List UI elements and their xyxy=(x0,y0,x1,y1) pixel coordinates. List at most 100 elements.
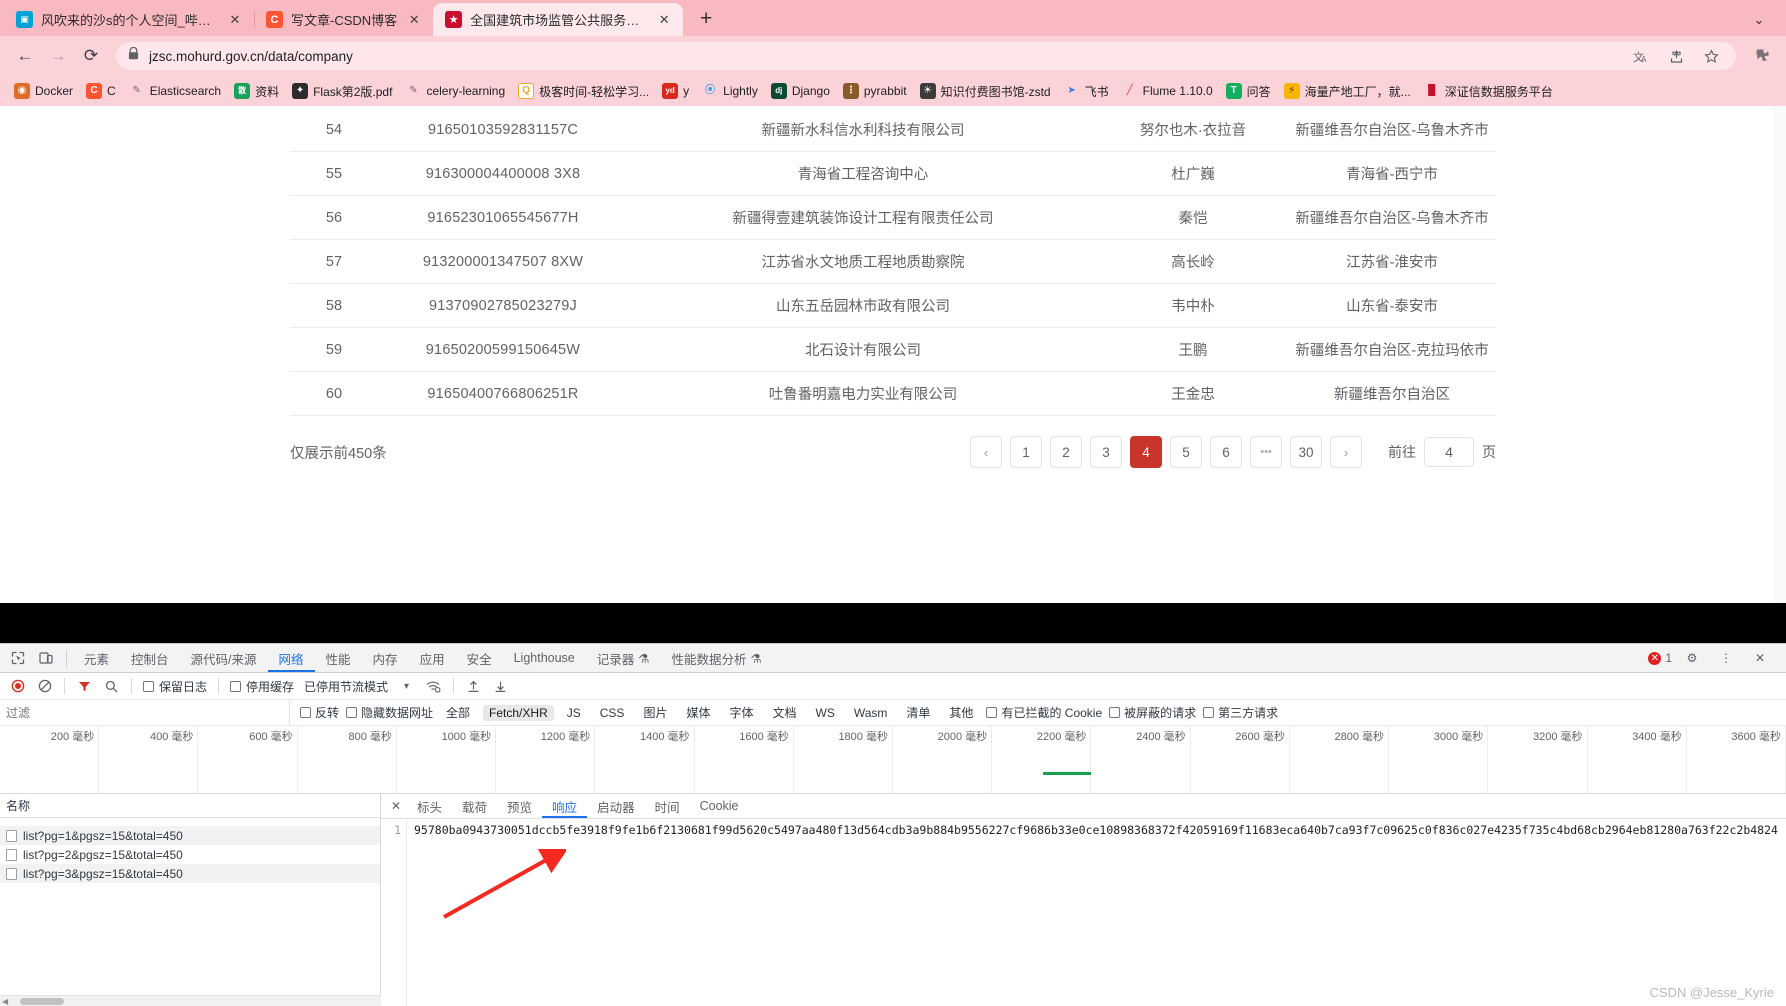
device-toolbar-icon[interactable] xyxy=(32,645,60,671)
bookmark-lightly[interactable]: ⦿ Lightly xyxy=(696,80,764,102)
inspect-element-icon[interactable] xyxy=(4,645,32,671)
browser-tab-2[interactable]: ★ 全国建筑市场监管公共服务平台 ✕ xyxy=(433,3,684,36)
scroll-left-arrow[interactable]: ◀ xyxy=(0,997,8,1006)
filter-type-manifest[interactable]: 清单 xyxy=(900,703,936,722)
page-button-3[interactable]: 3 xyxy=(1090,436,1122,468)
hide-data-urls-checkbox[interactable]: 隐藏数据网址 xyxy=(346,704,433,721)
bookmark-c[interactable]: CC xyxy=(80,80,122,102)
preserve-log-checkbox[interactable]: 保留日志 xyxy=(139,678,211,695)
bookmark-feishu[interactable]: ➤ 飞书 xyxy=(1058,80,1115,103)
blocked-requests-checkbox[interactable]: 被屏蔽的请求 xyxy=(1109,704,1196,721)
filter-type-other[interactable]: 其他 xyxy=(943,703,979,722)
table-row[interactable]: 58 91370902785023279J 山东五岳园林市政有限公司 韦中朴 山… xyxy=(290,283,1496,328)
disable-cache-checkbox[interactable]: 停用缓存 xyxy=(226,678,298,695)
bookmark-celery-learning[interactable]: ✎ celery-learning xyxy=(399,80,511,102)
bookmark-django[interactable]: dj Django xyxy=(765,80,836,102)
page-button-2[interactable]: 2 xyxy=(1050,436,1082,468)
bookmark-elasticsearch[interactable]: ✎ Elasticsearch xyxy=(123,80,227,102)
filter-icon[interactable] xyxy=(72,674,97,698)
chevron-down-icon[interactable]: ▾ xyxy=(394,674,419,698)
filter-type-media[interactable]: 媒体 xyxy=(680,703,716,722)
reload-button[interactable]: ⟳ xyxy=(76,41,106,71)
detail-tab-response[interactable]: 响应 xyxy=(542,794,587,818)
filter-type-fetch-xhr[interactable]: Fetch/XHR xyxy=(483,704,554,721)
close-icon[interactable]: ✕ xyxy=(405,11,423,29)
page-button-6[interactable]: 6 xyxy=(1210,436,1242,468)
forward-button[interactable]: → xyxy=(43,41,73,71)
filter-type-all[interactable]: 全部 xyxy=(440,703,476,722)
page-button-1[interactable]: 1 xyxy=(1010,436,1042,468)
table-row[interactable]: 56 91652301065545677H 新疆得壹建筑装饰设计工程有限责任公司… xyxy=(290,195,1496,240)
table-row[interactable]: 57 913200001347507 8XW 江苏省水文地质工程地质勘察院 高长… xyxy=(290,239,1496,284)
cell-company-name[interactable]: 北石设计有限公司 xyxy=(628,327,1098,372)
filter-type-img[interactable]: 图片 xyxy=(637,703,673,722)
bookmark-zstd-library[interactable]: ☀ 知识付费图书馆-zstd xyxy=(914,80,1057,103)
request-list-hscrollbar[interactable]: ◀ xyxy=(0,995,381,1006)
cell-company-name[interactable]: 新疆得壹建筑装饰设计工程有限责任公司 xyxy=(628,195,1098,240)
bookmark-y[interactable]: yd y xyxy=(656,80,695,102)
devtools-tab-performance[interactable]: 性能 xyxy=(315,644,362,672)
chevron-down-icon[interactable]: ⌄ xyxy=(1742,12,1776,28)
invert-checkbox[interactable]: 反转 xyxy=(300,704,339,721)
devtools-tab-security[interactable]: 安全 xyxy=(456,644,503,672)
cell-company-name[interactable]: 吐鲁番明嘉电力实业有限公司 xyxy=(628,371,1098,416)
network-conditions-icon[interactable] xyxy=(421,674,446,698)
response-body[interactable]: 1 95780ba0943730051dccb5fe3918f9fe1b6f21… xyxy=(381,819,1786,1006)
bookmark-geektime[interactable]: Q 极客时间-轻松学习... xyxy=(512,80,655,103)
devtools-tab-network[interactable]: 网络 xyxy=(268,644,315,672)
cell-company-name[interactable]: 山东五岳园林市政有限公司 xyxy=(628,283,1098,328)
close-icon[interactable]: ✕ xyxy=(226,11,244,29)
detail-tab-headers[interactable]: 标头 xyxy=(407,794,452,818)
cell-company-name[interactable]: 青海省工程咨询中心 xyxy=(628,151,1098,196)
page-button-4-current[interactable]: 4 xyxy=(1130,436,1162,468)
close-icon[interactable]: ✕ xyxy=(1746,645,1774,671)
cell-company-name[interactable]: 江苏省水文地质工程地质勘察院 xyxy=(628,239,1098,284)
import-har-icon[interactable] xyxy=(461,674,486,698)
devtools-tab-lighthouse[interactable]: Lighthouse xyxy=(503,644,586,672)
network-overview-timeline[interactable]: 200 毫秒 400 毫秒 600 毫秒 800 毫秒 1000 毫秒 1200… xyxy=(0,726,1786,794)
browser-tab-1[interactable]: C 写文章-CSDN博客 ✕ xyxy=(254,3,433,36)
cell-company-name[interactable]: 新疆新水科信水利科技有限公司 xyxy=(628,108,1098,152)
bookmark-pyrabbit[interactable]: ⋮ pyrabbit xyxy=(837,80,913,102)
bookmark-flume[interactable]: ╱ Flume 1.10.0 xyxy=(1116,80,1219,102)
page-button-5[interactable]: 5 xyxy=(1170,436,1202,468)
prev-page-button[interactable]: ‹ xyxy=(970,436,1002,468)
devtools-tab-recorder[interactable]: 记录器 ⚗ xyxy=(586,644,661,672)
star-icon[interactable] xyxy=(1698,43,1724,69)
list-item[interactable]: list?pg=2&pgsz=15&total=450 xyxy=(0,845,380,864)
bookmark-docker[interactable]: ◉ Docker xyxy=(8,80,79,102)
detail-tab-payload[interactable]: 载荷 xyxy=(452,794,497,818)
address-bar[interactable]: jzsc.mohurd.gov.cn/data/company 文A xyxy=(116,42,1736,70)
filter-type-js[interactable]: JS xyxy=(561,705,587,721)
third-party-checkbox[interactable]: 第三方请求 xyxy=(1203,704,1278,721)
export-har-icon[interactable] xyxy=(488,674,513,698)
filter-type-font[interactable]: 字体 xyxy=(723,703,759,722)
extensions-icon[interactable] xyxy=(1746,41,1776,71)
devtools-tab-memory[interactable]: 内存 xyxy=(362,644,409,672)
translate-icon[interactable]: 文A xyxy=(1628,43,1654,69)
new-tab-button[interactable]: + xyxy=(691,4,721,34)
table-row[interactable]: 54 91650103592831157C 新疆新水科信水利科技有限公司 努尔也… xyxy=(290,108,1496,152)
bookmark-pdd[interactable]: ⚡ 海量产地工厂，就... xyxy=(1278,80,1417,103)
devtools-tab-performance-insights[interactable]: 性能数据分析 ⚗ xyxy=(661,644,773,672)
page-button-30[interactable]: 30 xyxy=(1290,436,1322,468)
close-icon[interactable]: ✕ xyxy=(655,11,673,29)
detail-tab-timing[interactable]: 时间 xyxy=(645,794,690,818)
table-row[interactable]: 59 91650200599150645W 北石设计有限公司 王鹏 新疆维吾尔自… xyxy=(290,327,1496,372)
devtools-tab-elements[interactable]: 元素 xyxy=(73,644,120,672)
bookmark-szse[interactable]: █ 深证信数据服务平台 xyxy=(1418,80,1559,103)
browser-tab-0[interactable]: ▣ 风吹来的沙s的个人空间_哔哩哔哩 ✕ xyxy=(4,3,254,36)
gear-icon[interactable]: ⚙ xyxy=(1678,645,1706,671)
error-count-badge[interactable]: ✕ 1 xyxy=(1648,651,1672,665)
back-button[interactable]: ← xyxy=(10,41,40,71)
jump-page-input[interactable] xyxy=(1424,437,1474,467)
detail-tab-initiator[interactable]: 启动器 xyxy=(587,794,645,818)
devtools-tab-console[interactable]: 控制台 xyxy=(120,644,180,672)
clear-icon[interactable] xyxy=(32,674,57,698)
detail-tab-cookies[interactable]: Cookie xyxy=(690,794,749,818)
filter-type-doc[interactable]: 文档 xyxy=(766,703,802,722)
devtools-tab-sources[interactable]: 源代码/来源 xyxy=(180,644,268,672)
page-scrollbar[interactable] xyxy=(1773,106,1786,603)
filter-type-wasm[interactable]: Wasm xyxy=(848,705,894,721)
scrollbar-thumb[interactable] xyxy=(20,997,65,1005)
